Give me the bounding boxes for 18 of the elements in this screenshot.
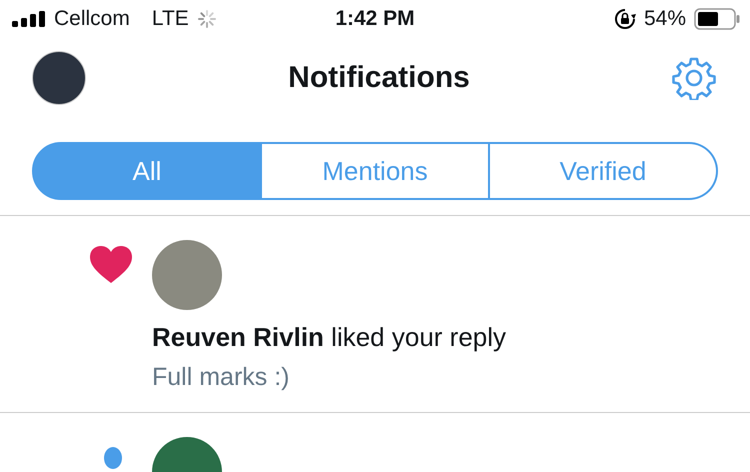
filter-tab[interactable]: Verified — [490, 142, 718, 200]
loading-spinner-icon — [196, 9, 217, 29]
battery-icon — [694, 8, 740, 30]
quoted-reply: Full marks :) — [152, 363, 290, 392]
heart-icon — [90, 246, 132, 284]
battery-percentage: 54% — [644, 7, 686, 31]
status-time: 1:42 PM — [335, 7, 415, 31]
profile-avatar[interactable] — [32, 51, 86, 105]
carrier-name: Cellcom — [54, 7, 130, 31]
page-title: Notifications — [288, 61, 470, 95]
filter-tab[interactable]: Mentions — [262, 142, 490, 200]
notification-text: Reuven Rivlin liked your reply — [152, 322, 506, 353]
settings-icon[interactable] — [672, 56, 716, 100]
notification-dot-icon — [104, 447, 122, 469]
filter-tab[interactable]: All — [32, 142, 262, 200]
rotation-lock-icon — [614, 8, 636, 30]
network-type: LTE — [152, 7, 189, 31]
signal-icon — [12, 11, 46, 27]
